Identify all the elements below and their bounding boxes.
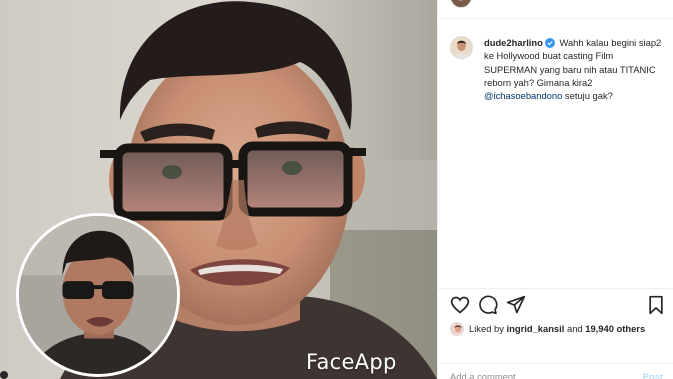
post-comment-button[interactable]: Post [643,371,663,379]
paper-plane-icon[interactable] [506,295,526,315]
comment-icon[interactable] [478,295,498,315]
original-photo-inset [16,213,180,377]
likes-conjunction: and [564,323,586,334]
likes-text: Liked by ingrid_kansil and 19,940 others [469,321,645,337]
comment-body: dude2harlino Wahh kalau begini siap2 ke … [484,36,666,102]
bookmark-icon[interactable] [646,295,666,315]
divider [438,363,673,364]
post-side-panel: dude2harlino Wahh kalau begini siap2 ke … [437,0,673,379]
commenter-username[interactable]: dude2harlino [484,37,543,48]
comment-text-part2: setuju gak? [562,90,613,102]
liker-avatar[interactable] [450,322,464,336]
commenter-avatar-image [451,37,472,58]
liker-username[interactable]: ingrid_kansil [507,323,565,334]
likes-summary: Liked by ingrid_kansil and 19,940 others [450,321,670,337]
mention-link[interactable]: @ichasoebandono [484,90,562,101]
verified-badge-icon [544,38,555,48]
likes-prefix: Liked by [469,323,507,334]
add-comment-input[interactable]: Add a comment… [450,371,620,379]
divider [438,18,673,19]
likes-count[interactable]: 19,940 others [585,323,645,334]
faceapp-watermark: FaceApp [306,350,397,374]
carousel-indicator-dot [0,371,8,379]
post-media[interactable]: FaceApp [0,0,437,379]
commenter-avatar[interactable] [450,36,473,59]
header-avatar[interactable] [450,0,472,8]
heart-icon[interactable] [450,295,470,315]
action-bar [450,295,666,317]
divider [438,288,673,289]
original-portrait [19,216,177,374]
